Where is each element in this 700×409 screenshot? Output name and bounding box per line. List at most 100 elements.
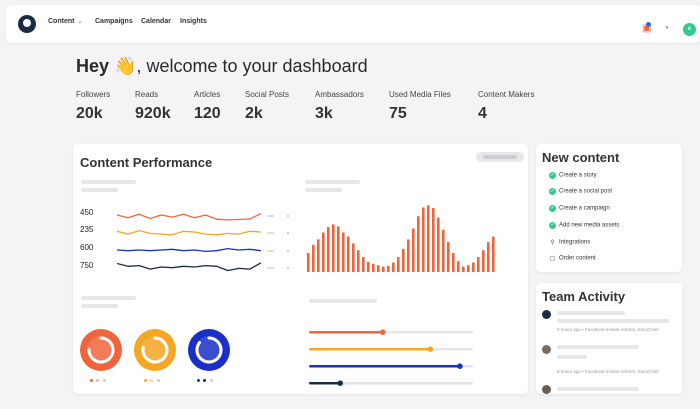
series-tag-dot [287,250,289,252]
bar [472,262,475,272]
bar [367,261,370,272]
slider-handle [380,329,386,335]
content-performance-card: Content Performance 450 235 600 750 [73,144,528,394]
nav-item-content[interactable]: Content ⌄ [48,18,82,25]
slider-fill [309,382,341,385]
check-icon: ✓ [549,188,556,195]
bar [487,242,490,272]
order-content-link[interactable]: ▢ Order content [549,255,596,263]
bar [312,244,315,272]
activity-meta: 8 hours ago • Facebook Instant Articles,… [557,369,659,374]
bar [382,266,385,272]
create-campaign-link[interactable]: ✓ Create a campaign [549,205,610,212]
chevron-down-icon: ⌄ [77,19,83,25]
bar [427,205,430,272]
bell-icon[interactable]: ◔ [663,24,669,34]
bar [347,236,350,272]
wave-icon: 👋 [114,56,137,76]
series-line [117,247,262,253]
series-line [117,262,262,272]
bar [452,252,455,272]
bar [407,239,410,272]
bar [437,217,440,272]
add-media-assets-link[interactable]: ✓ Add new media assets [549,222,619,229]
stat-social-posts: Social Posts 2k [245,90,290,122]
card-title: New content [542,150,620,165]
bar [317,239,320,272]
logo-icon[interactable] [18,15,36,33]
bar [397,257,400,272]
legend-dot [144,379,147,382]
bar [332,224,335,272]
bar [482,250,485,272]
slider-fill [309,365,460,368]
slider-fill [309,331,383,334]
check-icon: ✓ [549,172,556,179]
series-line [117,229,262,236]
stat-ambassadors: Ambassadors 3k [315,90,364,122]
bar [402,248,405,272]
top-navigation: Content ⌄ Campaigns Calendar Insights [6,5,700,43]
bar [442,229,445,272]
nav-item-insights[interactable]: Insights [180,18,207,25]
ring-inner [141,336,169,364]
series-tag-dot [287,215,289,217]
slider-fill [309,348,431,351]
bar [342,232,345,272]
create-story-link[interactable]: ✓ Create a story [549,172,597,179]
series-tag [267,250,274,252]
stat-followers: Followers 20k [76,90,111,122]
stat-content-makers: Content Makers 4 [478,90,535,122]
bar [462,266,465,272]
bar [412,228,415,272]
line-label: 750 [80,261,94,270]
bar [307,252,310,272]
check-icon: ✓ [549,222,556,229]
avatar [542,345,551,354]
avatar [542,310,551,319]
bar [477,257,480,272]
bar [387,265,390,272]
page-title: Hey 👋, welcome to your dashboard [76,56,368,76]
integrations-link[interactable]: ⚲ Integrations [549,239,590,247]
ring-inner [195,336,223,364]
stat-used-media-files: Used Media Files 75 [389,90,451,122]
line-chart [117,213,289,272]
legend-dot [210,379,213,382]
series-tag-dot [287,267,289,269]
bar [447,242,450,272]
stat-reads: Reads 920k [135,90,171,122]
bar [357,250,360,272]
line-label: 235 [80,225,94,234]
bar-chart [307,205,495,272]
card-title: Content Performance [80,155,213,170]
plug-icon: ⚲ [550,240,555,246]
nav-item-calendar[interactable]: Calendar [141,18,171,25]
ring-charts [80,329,230,371]
team-activity-card: Team Activity 8 hours ago • Facebook Ins… [536,283,682,394]
slider-handle [457,363,463,369]
legend-dot [157,379,160,382]
series-tag [267,215,274,217]
bar [372,263,375,272]
check-icon: ✓ [549,205,556,212]
avatar[interactable]: c [683,23,696,36]
bar [417,216,420,272]
line-label: 450 [80,208,94,217]
card-title: Team Activity [542,289,626,304]
new-content-card: New content ✓ Create a story ✓ Create a so… [536,144,682,272]
progress-sliders [309,329,473,386]
legend-dot [103,379,106,382]
line-label: 600 [80,243,94,252]
slider-handle [337,380,343,386]
bar [377,265,380,272]
bar [392,262,395,272]
series-tag [267,232,274,234]
create-social-post-link[interactable]: ✓ Create a social post [549,188,612,195]
ring-inner [87,336,115,364]
nav-item-campaigns[interactable]: Campaigns [95,18,133,25]
bar [422,207,425,272]
bar [352,243,355,272]
stat-articles: Articles 120 [194,90,221,122]
legend-dot [203,379,206,382]
